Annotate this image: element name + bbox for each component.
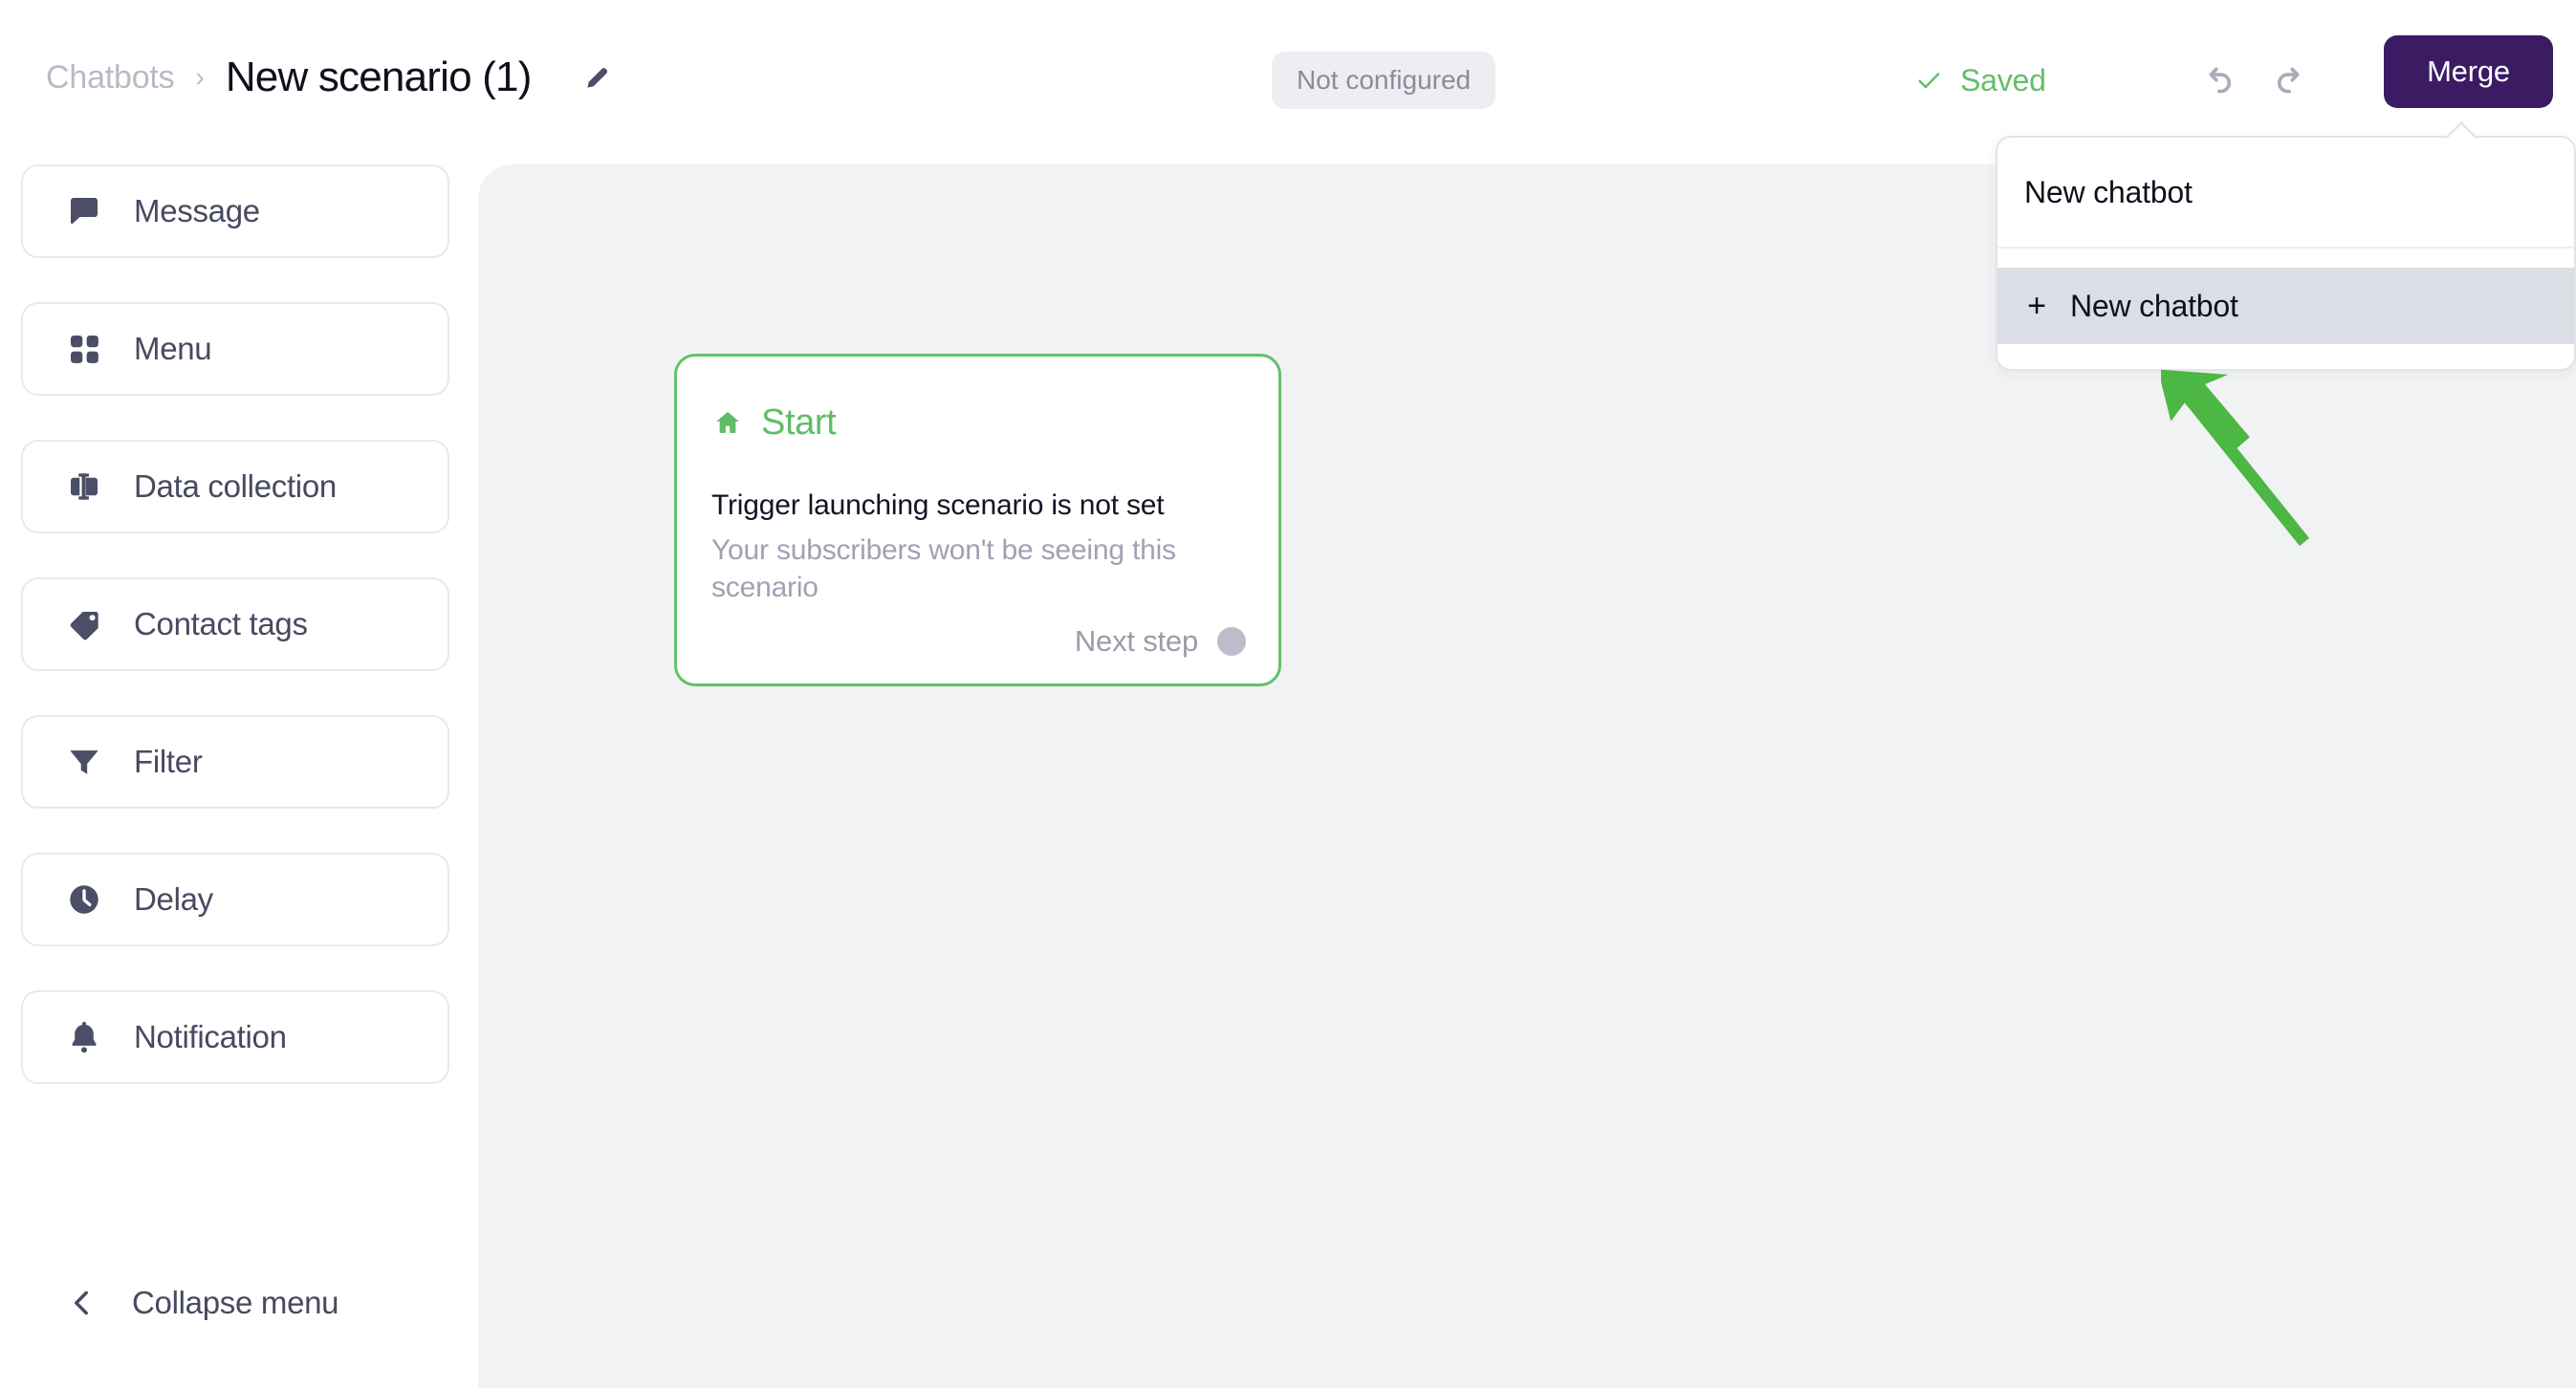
sidebar-item-message[interactable]: Message <box>21 164 449 258</box>
left-sidebar: Message Menu Data collection Contact tag… <box>0 164 478 1388</box>
dropdown-spacer <box>1997 249 2574 268</box>
sidebar-item-label: Delay <box>134 881 213 917</box>
sidebar-item-data-collection[interactable]: Data collection <box>21 440 449 533</box>
redo-icon[interactable] <box>2266 55 2316 105</box>
collapse-menu-button[interactable]: Collapse menu <box>21 1269 449 1336</box>
home-icon <box>711 407 744 440</box>
dropdown-caret-icon <box>2445 121 2478 139</box>
page-title: New scenario (1) <box>225 54 533 100</box>
start-node-secondary-text: Your subscribers won't be seeing this sc… <box>711 533 1176 604</box>
merge-button[interactable]: Merge <box>2384 35 2553 108</box>
dropdown-current-chatbot: New chatbot <box>1997 138 2574 249</box>
sidebar-item-label: Menu <box>134 331 212 366</box>
start-node-primary-text: Trigger launching scenario is not set <box>711 489 1165 521</box>
next-step-handle[interactable] <box>1217 627 1246 656</box>
collapse-menu-label: Collapse menu <box>132 1285 339 1320</box>
pencil-icon[interactable] <box>581 61 614 94</box>
undo-icon[interactable] <box>2193 55 2242 105</box>
clock-icon <box>57 879 111 920</box>
sidebar-item-menu[interactable]: Menu <box>21 302 449 396</box>
next-step-connector[interactable]: Next step <box>1075 624 1246 659</box>
app-root: Chatbots › New scenario (1) Not configur… <box>0 0 2576 1388</box>
sidebar-item-label: Contact tags <box>134 606 308 641</box>
start-node-body: Trigger launching scenario is not set Yo… <box>711 488 1247 607</box>
sidebar-item-notification[interactable]: Notification <box>21 990 449 1084</box>
start-node-title: Start <box>761 402 837 443</box>
bell-icon <box>57 1017 111 1057</box>
chatbot-dropdown-menu: New chatbot + New chatbot <box>1996 136 2576 371</box>
tag-icon <box>57 604 111 644</box>
sidebar-item-label: Notification <box>134 1019 287 1054</box>
start-node[interactable]: Start Trigger launching scenario is not … <box>674 354 1281 686</box>
status-badge: Not configured <box>1272 52 1496 109</box>
dropdown-item-label: New chatbot <box>2070 288 2238 323</box>
grid-menu-icon <box>57 329 111 369</box>
sidebar-item-contact-tags[interactable]: Contact tags <box>21 577 449 671</box>
breadcrumb: Chatbots › New scenario (1) <box>46 46 614 109</box>
sidebar-item-filter[interactable]: Filter <box>21 715 449 809</box>
message-bubble-icon <box>57 191 111 231</box>
sidebar-item-label: Filter <box>134 744 203 779</box>
breadcrumb-separator-icon: › <box>195 62 205 92</box>
sidebar-item-label: Message <box>134 193 260 228</box>
plus-icon: + <box>2027 288 2046 324</box>
breadcrumb-chatbots-link[interactable]: Chatbots <box>46 59 175 97</box>
next-step-label: Next step <box>1074 624 1198 658</box>
sidebar-item-delay[interactable]: Delay <box>21 853 449 946</box>
dropdown-item-new-chatbot[interactable]: + New chatbot <box>1997 268 2574 344</box>
text-input-icon <box>57 466 111 507</box>
saved-label: Saved <box>1960 62 2046 98</box>
saved-indicator: Saved <box>1914 55 2046 105</box>
sidebar-item-label: Data collection <box>134 468 337 504</box>
start-node-header: Start <box>711 402 837 444</box>
check-icon <box>1914 66 1943 95</box>
chevron-left-icon <box>55 1287 109 1319</box>
funnel-icon <box>57 742 111 782</box>
canvas-bottom-panel <box>765 1333 2295 1388</box>
